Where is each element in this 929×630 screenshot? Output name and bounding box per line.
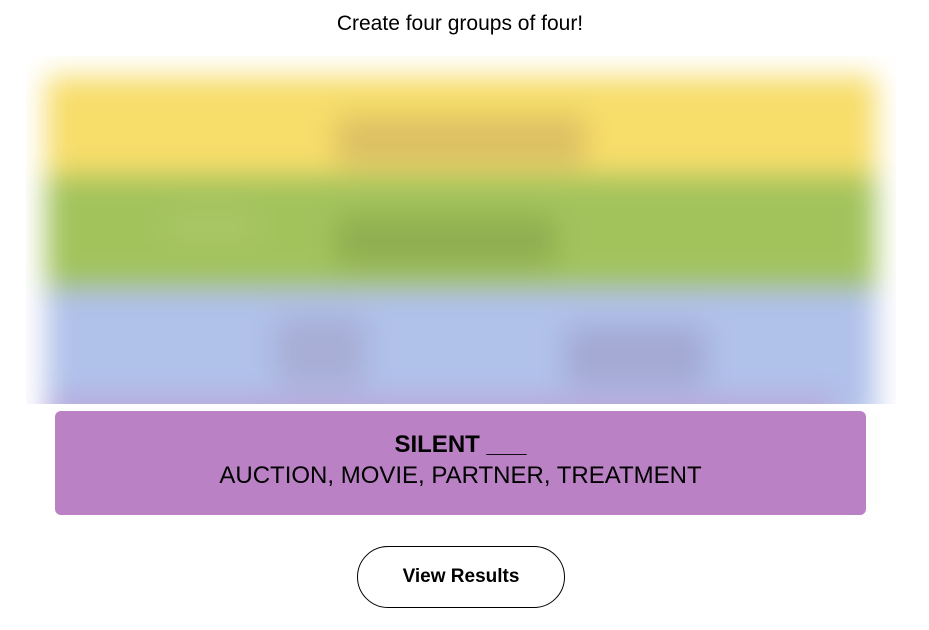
game-instructions: Create four groups of four! [336, 12, 584, 35]
blurred-green-group [46, 176, 876, 296]
blurred-yellow-group [46, 76, 876, 186]
solved-group-title: SILENT ___ [394, 431, 527, 458]
solved-group-members: AUCTION, MOVIE, PARTNER, TREATMENT [219, 462, 702, 489]
solved-group-purple: SILENT ___ AUCTION, MOVIE, PARTNER, TREA… [55, 411, 866, 515]
view-results-button[interactable]: View Results [357, 546, 565, 608]
blurred-game-board [26, 56, 896, 404]
blurred-blue-group [46, 286, 876, 404]
